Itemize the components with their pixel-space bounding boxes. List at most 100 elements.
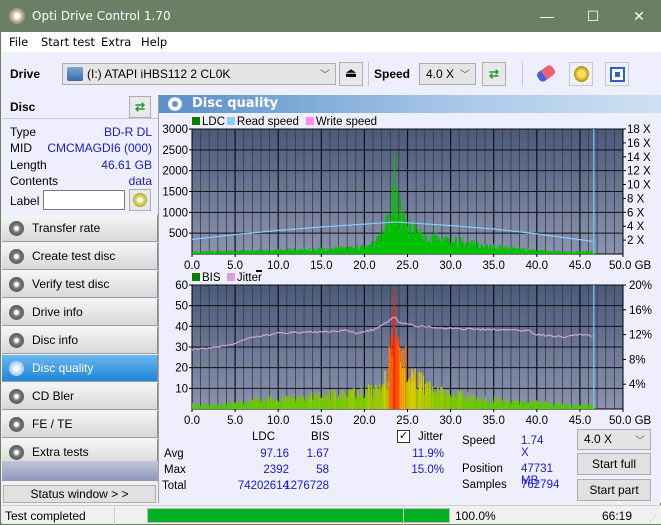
menu-bar: File Start test Extra Help	[2, 32, 661, 52]
y-right-tick-label: 16%	[629, 305, 652, 317]
toolbar: Drive (I:) ATAPI iHBS112 2 CL0K ﹀ ⏏ Spee…	[2, 52, 661, 95]
speed-select[interactable]: 4.0 X ﹀	[419, 63, 476, 85]
x-tick-label: 40.0	[526, 260, 548, 272]
toolbar-divider	[522, 62, 523, 86]
avg-bis: 1.67	[306, 448, 329, 460]
menu-extra[interactable]: Extra	[101, 35, 131, 49]
x-tick-label: 20.0	[353, 415, 375, 427]
panel-header: Disc quality	[159, 95, 661, 113]
y-right-tick-label: 2 X	[627, 235, 645, 247]
progress-text: 100.0%	[455, 509, 496, 523]
elapsed-time: 66:19	[602, 509, 633, 523]
y-tick-label: 30	[175, 342, 188, 354]
x-tick-label: 15.0	[310, 415, 332, 427]
chevron-down-icon: ﹀	[460, 70, 470, 81]
y-tick-label: 500	[169, 228, 188, 240]
menu-help[interactable]: Help	[141, 35, 167, 49]
disc-contents-row: Contents data	[10, 174, 152, 190]
x-tick-label: 0.0	[184, 260, 200, 272]
y-tick-label: 50	[175, 301, 188, 313]
close-button[interactable]: ✕	[616, 1, 661, 32]
disc-refresh-button[interactable]: ⇄	[129, 96, 151, 118]
resize-grip-icon[interactable]: ⋰	[649, 514, 657, 523]
nav-item-cd-bler[interactable]: CD Bler	[2, 383, 158, 410]
nav-item-transfer-rate[interactable]: Transfer rate	[2, 215, 158, 242]
disc-type-row: Type BD-R DL	[10, 125, 152, 141]
charts-area: LDC Read speed Write speed 500 1000 1500 2000 2…	[162, 116, 652, 427]
nav-item-disc-quality[interactable]: Disc quality	[2, 355, 158, 382]
toolbar-divider	[368, 62, 369, 86]
disc-mid-row: MID CMCMAGDI6 (000)	[10, 141, 152, 157]
nav-item-create-test-disc[interactable]: Create test disc	[2, 243, 158, 270]
eraser-icon	[535, 63, 557, 84]
field-value: 46.61 GB	[101, 158, 152, 172]
status-divider	[403, 506, 404, 525]
x-tick-label: 10.0	[267, 260, 289, 272]
legend-swatch-ldc	[192, 117, 200, 125]
minimize-button[interactable]: —	[524, 1, 570, 32]
refresh-button[interactable]: ⇄	[482, 62, 506, 86]
main-panel: Disc quality LDC Read speed Write speed 500…	[158, 95, 661, 503]
legend-swatch-jitter	[226, 273, 235, 281]
jitter-label: Jitter	[418, 431, 443, 443]
col-ldc-header: LDC	[252, 431, 276, 443]
legend-swatch-read-speed	[226, 117, 235, 125]
status-text: Test completed	[5, 509, 86, 523]
nav-item-label: Verify test disc	[32, 277, 110, 291]
progress-bar	[147, 508, 450, 523]
legend-label-bis: BIS	[202, 272, 221, 284]
legend-swatch-bis	[192, 273, 200, 281]
y-tick-label: 1000	[162, 207, 188, 219]
y-tick-label: 10	[175, 383, 188, 395]
x-tick-label: 50.0 GB	[609, 415, 652, 427]
x-tick-label: 45.0	[569, 415, 591, 427]
x-tick-label: 20.0	[353, 260, 375, 272]
y-right-tick-label: 18 X	[627, 124, 651, 136]
erase-button[interactable]	[534, 62, 558, 86]
eject-button[interactable]: ⏏	[339, 62, 363, 86]
menu-start-test[interactable]: Start test	[41, 35, 95, 49]
refresh-arrows-icon: ⇄	[488, 67, 500, 81]
start-full-button[interactable]: Start full	[577, 453, 651, 475]
disc-label-button[interactable]	[129, 189, 151, 211]
title-bar: Opti Drive Control 1.70 — ☐ ✕	[1, 1, 661, 32]
row-total-label: Total	[162, 480, 187, 492]
disc-tool-icon	[9, 417, 24, 432]
nav-item-label: Extra tests	[32, 445, 89, 459]
speed-value: 4.0 X	[426, 67, 455, 81]
app-logo-icon	[9, 8, 25, 24]
y-right-tick-label: 10 X	[627, 180, 651, 192]
disc-tool-icon	[9, 249, 24, 264]
x-tick-label: 30.0	[439, 415, 461, 427]
drive-label: Drive	[10, 67, 41, 81]
x-tick-label: 0.0	[184, 415, 200, 427]
nav-item-fe-te[interactable]: FE / TE	[2, 411, 158, 438]
left-panel: Disc ⇄ Type BD-R DL MID CMCMAGDI6 (000) Le…	[2, 95, 158, 503]
window-title: Opti Drive Control 1.70	[32, 9, 171, 23]
y-right-tick-label: 4%	[629, 379, 646, 391]
disc-tool-icon	[9, 361, 24, 376]
save-button[interactable]	[605, 62, 629, 86]
disc-length-row: Length 46.61 GB	[10, 158, 152, 174]
refresh-arrows-icon: ⇄	[134, 100, 146, 114]
disc-tool-icon	[9, 277, 24, 292]
avg-jitter: 11.9%	[412, 448, 444, 460]
nav-item-disc-info[interactable]: Disc info	[2, 327, 158, 354]
legend-label-jitter: Jitter	[237, 272, 262, 284]
settings-button[interactable]	[569, 62, 593, 86]
test-speed-select[interactable]: 4.0 X ﹀	[577, 429, 651, 450]
nav-item-label: Transfer rate	[32, 221, 101, 235]
jitter-checkbox[interactable]: ✓	[397, 430, 410, 443]
samples-label: Samples	[462, 479, 507, 491]
status-window-button[interactable]: Status window > >	[3, 485, 156, 503]
y-tick-label: 2500	[162, 145, 188, 157]
eject-icon: ⏏	[344, 65, 358, 80]
menu-file[interactable]: File	[9, 35, 28, 49]
maximize-button[interactable]: ☐	[570, 1, 616, 32]
chevron-down-icon: ﹀	[320, 70, 330, 81]
start-part-button[interactable]: Start part	[577, 479, 651, 501]
drive-select[interactable]: (I:) ATAPI iHBS112 2 CL0K ﹀	[62, 63, 336, 85]
nav-item-drive-info[interactable]: Drive info	[2, 299, 158, 326]
nav-item-verify-test-disc[interactable]: Verify test disc	[2, 271, 158, 298]
disc-label-input[interactable]	[43, 190, 125, 210]
